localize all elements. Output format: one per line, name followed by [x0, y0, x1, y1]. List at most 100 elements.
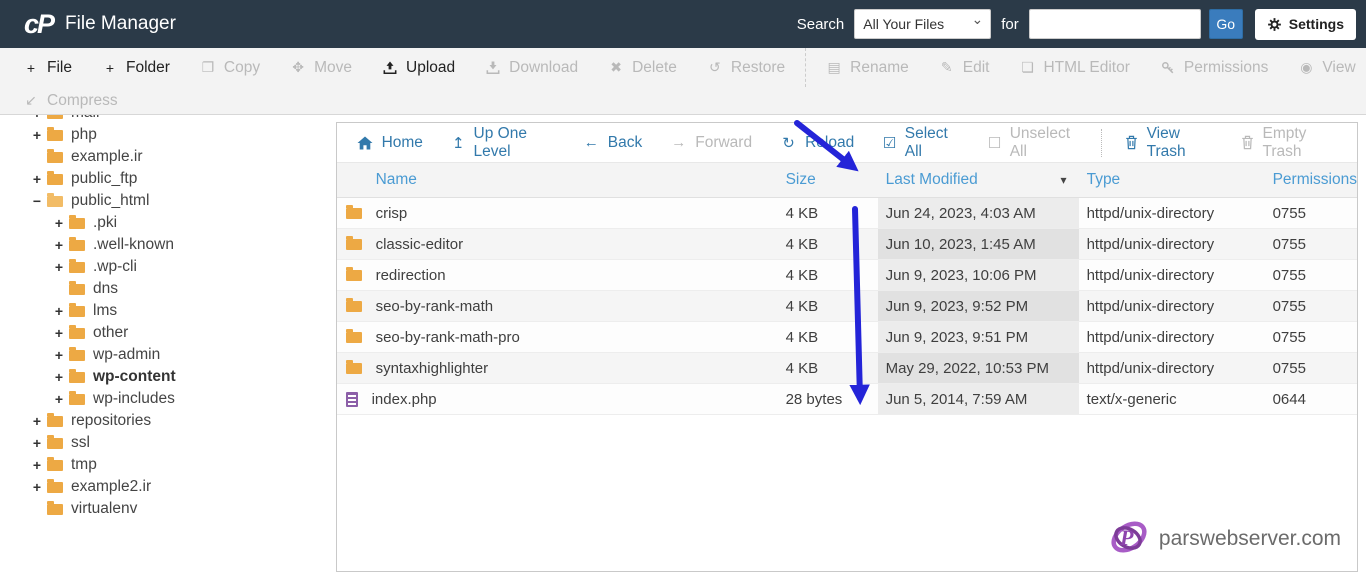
expand-icon[interactable]: + [30, 115, 44, 121]
toolbar-item-folder[interactable]: + Folder [87, 48, 185, 87]
folder-icon [47, 456, 63, 471]
collapse-icon[interactable]: − [30, 193, 44, 209]
cell-size: 4 KB [785, 266, 819, 284]
sidebar-item-ssl[interactable]: + ssl [0, 432, 336, 454]
plus-icon: + [105, 59, 115, 76]
file-name: crisp [375, 204, 408, 222]
folder-icon [345, 266, 362, 281]
sidebar-item-wp-admin[interactable]: + wp-admin [0, 344, 336, 366]
expand-icon[interactable]: + [52, 303, 66, 319]
sidebar-item-example2-ir[interactable]: + example2.ir [0, 476, 336, 498]
column-header-name[interactable]: Name [337, 171, 781, 189]
toolbar-item-view[interactable]: ◉ View [1283, 48, 1366, 87]
toolbar-item-copy[interactable]: ❐ Copy [185, 48, 275, 87]
folder-icon [345, 297, 362, 312]
folder-icon [69, 390, 85, 405]
column-header-last-modified[interactable]: Last Modified ▾ [878, 163, 1079, 197]
sidebar-item-wp-includes[interactable]: + wp-includes [0, 388, 336, 410]
sidebar-item-label: other [93, 324, 129, 341]
go-button[interactable]: Go [1208, 9, 1243, 39]
expand-icon[interactable]: + [52, 325, 66, 341]
expand-icon[interactable]: + [30, 435, 44, 451]
toolbar-item-permissions[interactable]: Permissions [1145, 48, 1283, 87]
nav-item-empty-trash[interactable]: Empty Trash [1226, 125, 1351, 161]
search-input[interactable] [1028, 9, 1201, 39]
folder-icon [69, 280, 85, 295]
table-row-index-php[interactable]: index.php 28 bytes Jun 5, 2014, 7:59 AM tex… [336, 384, 1357, 415]
column-header-permissions[interactable]: Permissions [1241, 171, 1357, 189]
plus-icon: + [26, 59, 36, 76]
expand-icon[interactable]: + [30, 127, 44, 143]
table-header-row: Name Size Last Modified ▾ Type Permissio… [336, 163, 1357, 198]
expand-icon[interactable]: + [30, 413, 44, 429]
expand-icon[interactable]: + [52, 215, 66, 231]
expand-icon[interactable]: + [30, 171, 44, 187]
cpanel-logo[interactable]: cP [24, 9, 55, 40]
nav-item-back[interactable]: ← Back [569, 134, 656, 152]
sidebar-item-lms[interactable]: + lms [0, 300, 336, 322]
column-header-type[interactable]: Type [1079, 171, 1241, 189]
cell-type: httpd/unix-directory [1086, 204, 1215, 222]
table-row-redirection[interactable]: redirection 4 KB Jun 9, 2023, 10:06 PM http… [336, 260, 1357, 291]
nav-item-up-one-level[interactable]: ↥ Up One Level [437, 125, 569, 161]
toolbar-item-label: Permissions [1183, 58, 1269, 76]
sidebar-item-wp-content[interactable]: + wp-content [0, 366, 336, 388]
sidebar-item-php[interactable]: + php [0, 124, 336, 146]
trash-icon [1124, 135, 1139, 150]
sidebar-item-tmp[interactable]: + tmp [0, 454, 336, 476]
table-row-seo-by-rank-math[interactable]: seo-by-rank-math 4 KB Jun 9, 2023, 9:52 PM… [336, 291, 1357, 322]
expand-icon[interactable]: + [30, 457, 44, 473]
toolbar-item-label: Upload [406, 58, 456, 76]
expand-icon[interactable]: + [52, 369, 66, 385]
select-all-icon: ☑ [882, 134, 897, 152]
expand-icon[interactable]: + [52, 237, 66, 253]
toolbar-item-restore[interactable]: ↺ Restore [692, 48, 800, 87]
toolbar-item-label: Delete [632, 58, 677, 76]
toolbar-item-file[interactable]: + File [8, 48, 87, 87]
nav-item-label: Reload [805, 133, 855, 151]
sidebar-item-public-html[interactable]: − public_html [0, 190, 336, 212]
toolbar-item-rename[interactable]: ▤ Rename [805, 48, 924, 87]
nav-item-label: Up One Level [473, 124, 527, 160]
expand-icon[interactable]: + [52, 391, 66, 407]
toolbar-item-upload[interactable]: Upload [367, 48, 470, 87]
expand-icon[interactable]: + [52, 259, 66, 275]
nav-item-forward[interactable]: → Forward [656, 134, 766, 152]
nav-item-home[interactable]: Home [343, 134, 437, 152]
toolbar-item-edit[interactable]: ✎ Edit [924, 48, 1005, 87]
sidebar-item--pki[interactable]: + .pki [0, 212, 336, 234]
table-row-syntaxhighlighter[interactable]: syntaxhighlighter 4 KB May 29, 2022, 10:53… [336, 353, 1357, 384]
toolbar-item-download[interactable]: Download [470, 48, 593, 87]
sidebar-item-virtualenv[interactable]: virtualenv [0, 498, 336, 520]
nav-item-unselect-all[interactable]: ☐ Unselect All [973, 125, 1093, 161]
table-row-seo-by-rank-math-pro[interactable]: seo-by-rank-math-pro 4 KB Jun 9, 2023, 9:5… [336, 322, 1357, 353]
toolbar-item-compress[interactable]: ↙ Compress [8, 87, 133, 114]
settings-button[interactable]: Settings [1254, 8, 1356, 40]
sidebar-item-label: repositories [71, 412, 152, 429]
toolbar-item-move[interactable]: ✥ Move [275, 48, 367, 87]
column-header-size[interactable]: Size [781, 171, 878, 189]
search-scope-select[interactable]: All Your Files [854, 9, 992, 39]
sidebar-item--wp-cli[interactable]: + .wp-cli [0, 256, 336, 278]
sidebar-item-example-ir[interactable]: example.ir [0, 146, 336, 168]
table-row-crisp[interactable]: crisp 4 KB Jun 24, 2023, 4:03 AM httpd/unix… [336, 198, 1357, 229]
toolbar-item-html-editor[interactable]: ❏ HTML Editor [1004, 48, 1144, 87]
sidebar-item-dns[interactable]: dns [0, 278, 336, 300]
sidebar-item-public-ftp[interactable]: + public_ftp [0, 168, 336, 190]
sidebar-item-mail[interactable]: + mail [0, 115, 336, 124]
sidebar-item-other[interactable]: + other [0, 322, 336, 344]
table-row-classic-editor[interactable]: classic-editor 4 KB Jun 10, 2023, 1:45 AM h… [336, 229, 1357, 260]
expand-icon[interactable]: + [30, 479, 44, 495]
folder-icon [47, 126, 63, 141]
sidebar-item--well-known[interactable]: + .well-known [0, 234, 336, 256]
toolbar-item-delete[interactable]: ✖ Delete [593, 48, 692, 87]
expand-icon[interactable]: + [52, 347, 66, 363]
nav-item-reload[interactable]: ↻ Reload [766, 134, 868, 152]
sidebar-item-label: .pki [93, 214, 118, 231]
sidebar-item-label: dns [93, 280, 118, 297]
sidebar-item-repositories[interactable]: + repositories [0, 410, 336, 432]
sidebar-item-label: mail [71, 115, 99, 122]
nav-item-select-all[interactable]: ☑ Select All [868, 125, 973, 161]
nav-item-view-trash[interactable]: View Trash [1101, 125, 1226, 160]
folder-icon [47, 148, 63, 163]
